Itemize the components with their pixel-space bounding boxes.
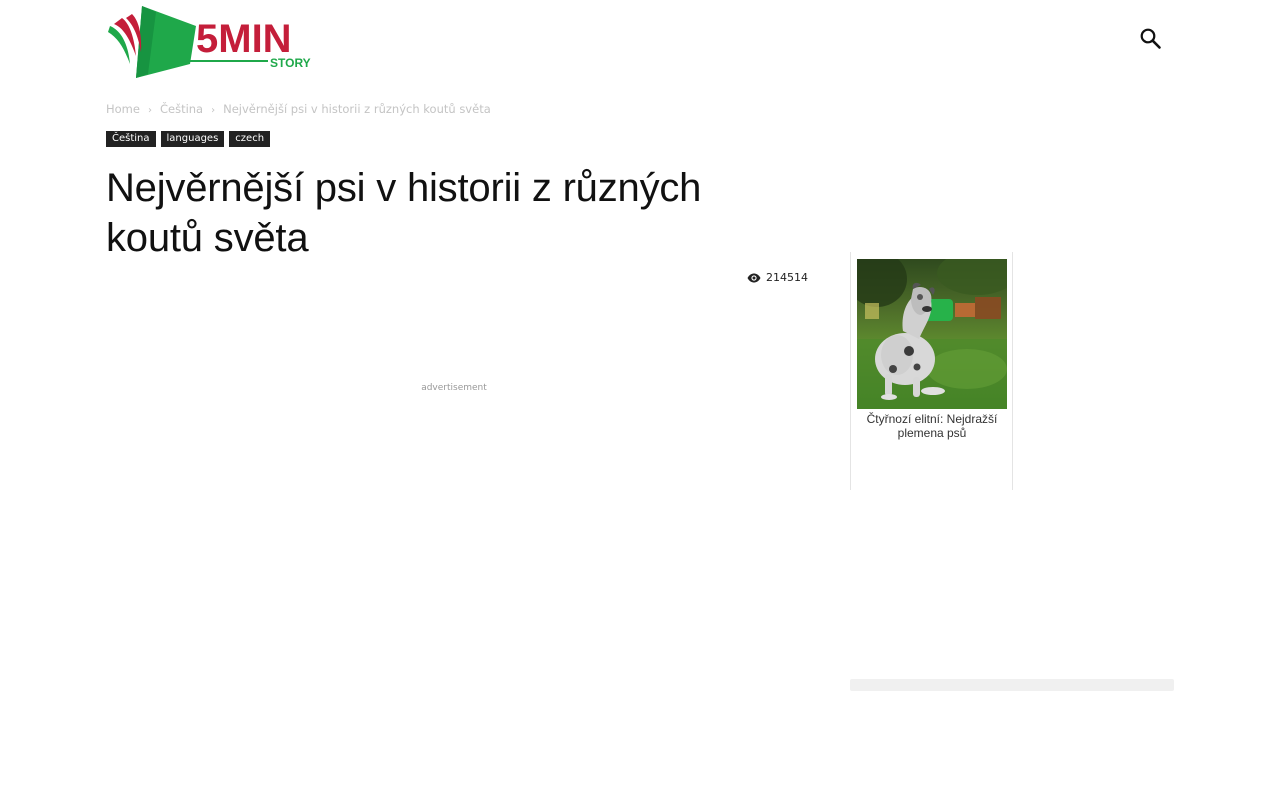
breadcrumb-home[interactable]: Home: [106, 102, 140, 116]
view-count: 214514: [747, 271, 808, 284]
page: 5MIN STORY Home › Čeština › Nejvěrnější psi …: [0, 0, 1280, 800]
sidebar-article-card[interactable]: Čtyřnozí elitní: Nejdražší plemena psů: [850, 252, 1013, 490]
search-icon: [1140, 28, 1161, 49]
svg-text:STORY: STORY: [270, 56, 311, 70]
dog-photo: [857, 259, 1007, 409]
breadcrumb: Home › Čeština › Nejvěrnější psi v historii …: [106, 102, 491, 116]
category-tags: Čeština languages czech: [106, 131, 271, 147]
tag-languages[interactable]: languages: [160, 131, 225, 147]
eye-icon: [747, 273, 761, 282]
breadcrumb-category[interactable]: Čeština: [160, 102, 203, 116]
breadcrumb-separator: ›: [147, 105, 152, 116]
sidebar-article-caption[interactable]: Čtyřnozí elitní: Nejdražší plemena psů: [855, 412, 1009, 440]
logo-mark: 5MIN STORY: [108, 6, 311, 78]
tag-czech[interactable]: czech: [229, 131, 271, 147]
breadcrumb-separator: ›: [211, 105, 216, 116]
advertisement-label: advertisement: [421, 383, 487, 393]
article-title: Nejvěrnější psi v historii z různých kou…: [106, 166, 702, 260]
breadcrumb-current: Nejvěrnější psi v historii z různých kou…: [223, 102, 491, 116]
site-logo[interactable]: 5MIN STORY: [108, 4, 326, 80]
svg-text:5MIN: 5MIN: [196, 17, 292, 61]
tag-cestina[interactable]: Čeština: [106, 131, 156, 147]
sidebar-placeholder-bar: [850, 679, 1174, 691]
view-count-value: 214514: [766, 271, 808, 284]
sidebar-article-thumbnail[interactable]: [857, 259, 1007, 409]
search-button[interactable]: [1138, 26, 1164, 52]
